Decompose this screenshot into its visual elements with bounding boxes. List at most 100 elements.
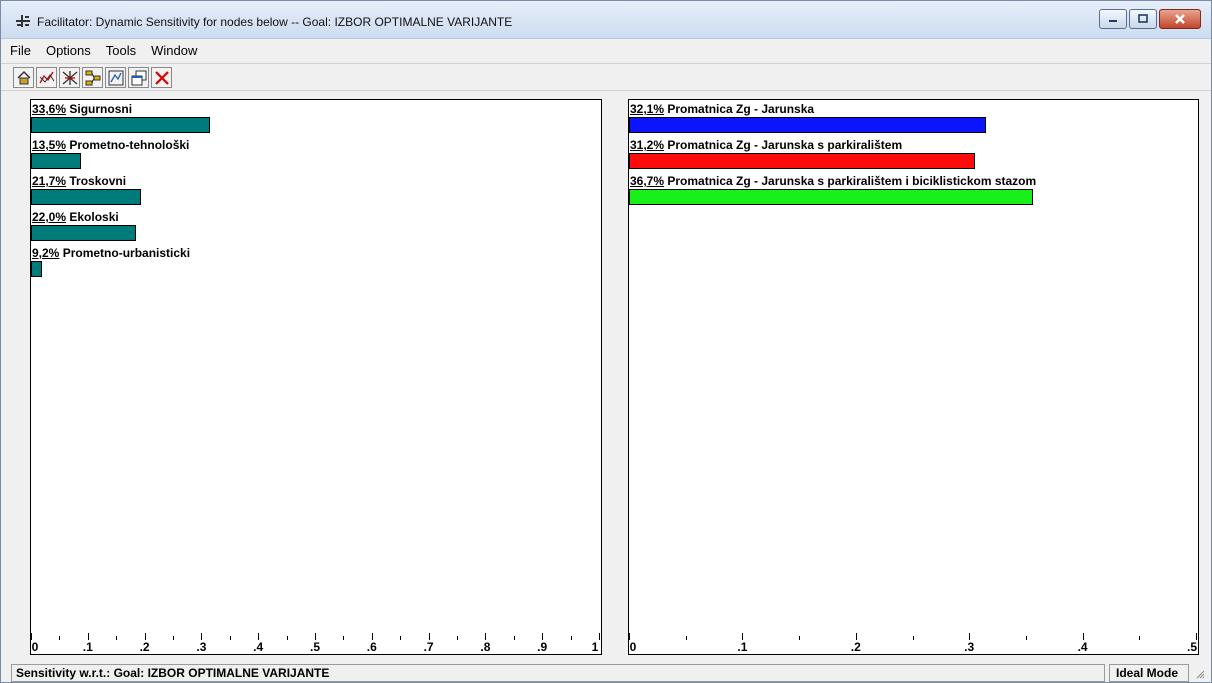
gradient-icon: [108, 70, 124, 86]
tick-major: [485, 633, 487, 640]
bar-2: [629, 189, 1033, 205]
tick-label: .4: [253, 640, 264, 654]
close-x-icon: [155, 71, 169, 85]
tick-label: .8: [480, 640, 491, 654]
bar-percent: 21,7%: [32, 174, 67, 188]
graph-button[interactable]: [36, 67, 57, 88]
tick-label: .3: [964, 640, 975, 654]
windows-button[interactable]: [128, 67, 149, 88]
tick-major: [1196, 633, 1197, 640]
bar-3[interactable]: [31, 225, 136, 241]
bar-label-2: 21,7% Troskovni: [32, 174, 126, 188]
bar-0[interactable]: [31, 117, 211, 133]
menu-tools[interactable]: Tools: [97, 41, 142, 61]
tick-major: [855, 633, 857, 640]
tick-minor: [229, 636, 231, 640]
tick-label: .4: [1077, 640, 1088, 654]
tick-label: .2: [850, 640, 861, 654]
close-button[interactable]: [1159, 9, 1201, 29]
tick-major: [542, 633, 544, 640]
tick-label: .9: [537, 640, 548, 654]
bar-percent: 33,6%: [32, 102, 67, 116]
tick-minor: [685, 636, 687, 640]
bar-label-1: 31,2% Promatnica Zg - Jarunska s parkira…: [630, 138, 902, 152]
bar-category: Troskovni: [66, 174, 127, 188]
tick-minor: [513, 636, 515, 640]
tick-major: [1082, 633, 1084, 640]
bar-4[interactable]: [31, 261, 43, 277]
bar-percent: 36,7%: [630, 174, 665, 188]
bar-0: [629, 117, 987, 133]
bar-1[interactable]: [31, 153, 81, 169]
maximize-button[interactable]: [1129, 9, 1157, 29]
minimize-button[interactable]: [1099, 9, 1127, 29]
bar-percent: 31,2%: [630, 138, 665, 152]
app-icon: [16, 15, 30, 27]
windows-icon: [131, 70, 147, 86]
criteria-sensitivity-panel[interactable]: 0 .1 .2 .3 .4 .5 .6 .7 .8 .9 1 33,6% Sigurnosni 13,…: [30, 99, 602, 655]
tick-major: [629, 633, 630, 640]
alternatives-x-axis: 0 .1 .2 .3 .4 .5: [629, 628, 1198, 654]
tree-icon: [85, 70, 101, 86]
bar-label-0: 33,6% Sigurnosni: [32, 102, 132, 116]
graph-icon: [39, 71, 55, 84]
bar-category: Sigurnosni: [66, 102, 133, 116]
tick-minor: [457, 636, 458, 640]
bar-label-0: 32,1% Promatnica Zg - Jarunska: [630, 102, 814, 116]
tick-major: [144, 633, 146, 640]
tick-minor: [1025, 636, 1027, 640]
tick-major: [742, 633, 744, 640]
bar-percent: 22,0%: [32, 210, 67, 224]
maximize-icon: [1138, 14, 1148, 23]
menu-bar: File Options Tools Window: [1, 41, 1211, 61]
tick-major: [31, 633, 32, 640]
tick-label: .1: [737, 640, 748, 654]
status-mode: Ideal Mode: [1109, 664, 1189, 682]
bar-percent: 9,2%: [32, 246, 60, 260]
bar-1: [629, 153, 975, 169]
tick-label: .3: [196, 640, 207, 654]
tick-label: 1: [591, 640, 599, 654]
criteria-x-axis: 0 .1 .2 .3 .4 .5 .6 .7 .8 .9 1: [31, 628, 601, 654]
menu-window[interactable]: Window: [142, 41, 203, 61]
tick-major: [371, 633, 373, 640]
menu-file[interactable]: File: [1, 41, 37, 61]
tick-minor: [799, 636, 801, 640]
bar-category: Promatnica Zg - Jarunska s parkiralištem…: [664, 174, 1037, 188]
window-controls: [1099, 9, 1201, 31]
bar-label-2: 36,7% Promatnica Zg - Jarunska s parkira…: [630, 174, 1036, 188]
window-title: Facilitator: Dynamic Sensitivity for nod…: [37, 15, 513, 29]
tick-major: [87, 633, 89, 640]
tree-button[interactable]: [82, 67, 103, 88]
scissors-button[interactable]: [59, 67, 80, 88]
bar-category: Prometno-urbanisticki: [59, 246, 191, 260]
alternatives-panel: 0 .1 .2 .3 .4 .5 32,1% Promatnica Zg - Jaruns…: [628, 99, 1199, 655]
home-button[interactable]: [13, 67, 34, 88]
close-view-button[interactable]: [151, 67, 172, 88]
toolbar: [1, 63, 1211, 91]
tick-minor: [1139, 636, 1141, 640]
bar-percent: 32,1%: [630, 102, 665, 116]
tick-minor: [912, 636, 914, 640]
resize-grip-icon[interactable]: [1195, 669, 1205, 679]
tick-minor: [173, 636, 174, 640]
menu-options[interactable]: Options: [37, 41, 97, 61]
tick-label: .7: [423, 640, 434, 654]
bar-category: Prometno-tehnološki: [66, 138, 190, 152]
tick-label: .1: [82, 640, 93, 654]
tick-label: .6: [366, 640, 377, 654]
bar-label-1: 13,5% Prometno-tehnološki: [32, 138, 189, 152]
tick-major: [599, 633, 600, 640]
tick-minor: [570, 636, 572, 640]
tick-major: [969, 633, 971, 640]
gradient-button[interactable]: [105, 67, 126, 88]
tick-major: [258, 633, 260, 640]
close-icon: [1175, 14, 1185, 24]
tick-minor: [116, 636, 118, 640]
bar-percent: 13,5%: [32, 138, 67, 152]
title-bar[interactable]: Facilitator: Dynamic Sensitivity for nod…: [1, 1, 1211, 39]
bar-category: Promatnica Zg - Jarunska: [664, 102, 815, 116]
tick-label: 0: [629, 640, 637, 654]
home-icon: [17, 70, 31, 85]
bar-2[interactable]: [31, 189, 141, 205]
